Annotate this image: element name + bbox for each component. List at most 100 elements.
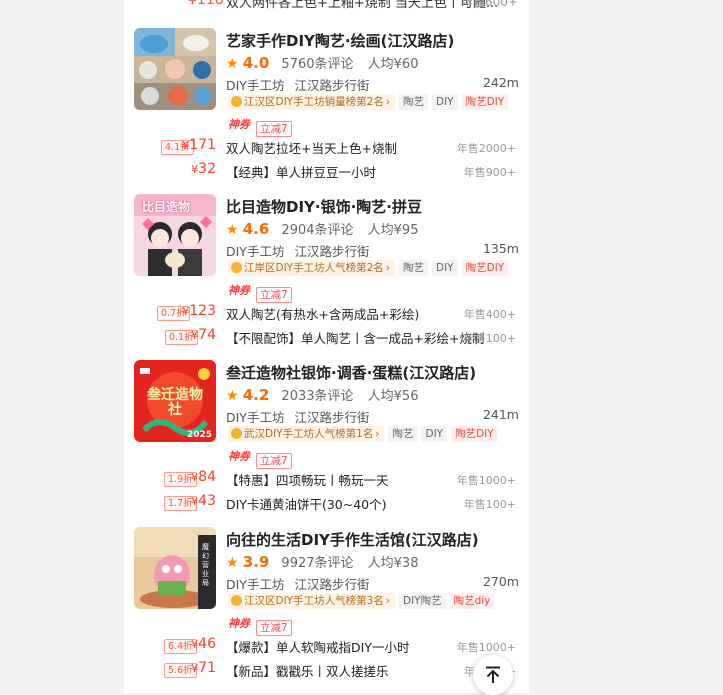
previous-deal-row[interactable]: ¥118 双人两件各上色+上釉+烧制 当天上色丨可随... 年售600+ — [124, 0, 529, 11]
thumbnail-logo-text: 叁迁造物社 — [147, 387, 203, 418]
rating-score: 4.6 — [242, 220, 270, 238]
shop-name[interactable]: 向往的生活DIY手作生活馆(江汉路店) — [226, 529, 479, 550]
shop-area: 江汉路步行街 — [294, 78, 370, 93]
deal-price: ¥46 — [191, 636, 216, 652]
star-icon: ★ — [226, 56, 239, 72]
deal-row[interactable]: 0.1折 ¥74 【不限配饰】单人陶艺丨含一成品+彩绘+烧制 年售100+ — [124, 327, 529, 347]
deal-sold-count: 年售100+ — [463, 332, 516, 345]
deal-row[interactable]: 1.9折 ¥84 【特惠】四项畅玩丨畅玩一天 年售1000+ — [124, 469, 529, 489]
rating-score: 4.2 — [242, 386, 270, 404]
shop-name[interactable]: 比目造物DIY·银饰·陶艺·拼豆 — [226, 196, 422, 217]
star-icon: ★ — [226, 388, 239, 404]
review-count: 2904条评论 — [281, 223, 354, 238]
shop-name[interactable]: 叁迁造物社银饰·调香·蛋糕(江汉路店) — [226, 362, 476, 383]
shop-category-row: DIY手工坊 江汉路步行街 — [226, 407, 369, 426]
arrow-up-to-line-icon — [486, 666, 500, 683]
shop-category: DIY手工坊 — [226, 577, 285, 592]
tag: 陶艺 — [398, 260, 428, 276]
tag: 陶艺DIY — [461, 260, 509, 276]
deal-price: ¥71 — [191, 660, 216, 676]
average-price: 人均¥95 — [367, 223, 419, 238]
shop-area: 江汉路步行街 — [294, 577, 370, 592]
shop-name[interactable]: 艺家手作DIY陶艺·绘画(江汉路店) — [226, 30, 454, 51]
rank-badge[interactable]: 江汉区DIY手工坊销量榜第2名 › — [228, 94, 395, 110]
tag: DIY陶艺 — [398, 593, 446, 609]
deal-sold-count: 年售400+ — [463, 308, 516, 321]
rating-score: 3.9 — [242, 553, 270, 571]
star-icon: ★ — [226, 555, 239, 571]
tag: 陶艺diy — [449, 593, 495, 609]
shop-thumbnail[interactable]: 叁迁造物社 2025 — [134, 360, 216, 442]
shop-tags: 武汉DIY手工坊人气榜第1名 › 陶艺 DIY 陶艺DIY — [228, 426, 502, 444]
star-icon: ★ — [226, 222, 239, 238]
deal-row[interactable]: 1.7折 ¥43 DIY卡通黄油饼干(30~40个) 年售100+ — [124, 493, 529, 513]
promo-row: 神券 立减7 — [228, 117, 292, 137]
chevron-right-icon: › — [385, 262, 390, 274]
promo-row: 神券 立减7 — [228, 449, 292, 469]
shop-rating-row: ★ 4.6 2904条评论 人均¥95 — [226, 219, 418, 238]
shop-category-row: DIY手工坊 江汉路步行街 — [226, 241, 369, 260]
discount-label: 立减7 — [256, 453, 292, 469]
deal-title: 【新品】戳戳乐丨双人搓搓乐 — [226, 664, 389, 679]
tag: DIY — [421, 426, 448, 442]
shop-card[interactable]: 艺家手作DIY陶艺·绘画(江汉路店) ★ 4.0 5760条评论 人均¥60 D… — [124, 28, 529, 194]
deal-price: ¥118 — [188, 0, 224, 8]
rank-badge-label: 江岸区DIY手工坊人气榜第2名 — [244, 262, 384, 274]
rank-badge[interactable]: 江汉区DIY手工坊人气榜第3名 › — [228, 593, 395, 609]
medal-icon — [231, 595, 242, 606]
rank-badge-label: 武汉DIY手工坊人气榜第1名 — [244, 428, 374, 440]
thumbnail-side-text: 魔幻营业局 — [202, 543, 209, 587]
tag: 陶艺 — [388, 426, 418, 442]
rank-badge[interactable]: 江岸区DIY手工坊人气榜第2名 › — [228, 260, 395, 276]
coupon-badge: 神券 — [228, 617, 250, 630]
deal-row[interactable]: 6.4折 ¥46 【爆款】单人软陶戒指DIY一小时 年售1000+ — [124, 636, 529, 656]
shop-tags: 江汉区DIY手工坊人气榜第3名 › DIY陶艺 陶艺diy — [228, 593, 498, 611]
shop-card[interactable]: 魔幻营业局 向往的生活DIY手作生活馆(江汉路店) ★ 3.9 9927条评论 … — [124, 527, 529, 693]
shop-thumbnail[interactable]: 魔幻营业局 — [134, 527, 216, 609]
deal-row[interactable]: 0.7折 ¥123 双人陶艺(有热水+含两成品+彩绘) 年售400+ — [124, 303, 529, 323]
shop-category: DIY手工坊 — [226, 78, 285, 93]
shop-rating-row: ★ 4.0 5760条评论 人均¥60 — [226, 53, 418, 72]
tag: DIY — [431, 260, 458, 276]
thumbnail-logo-text: 比目造物 — [142, 200, 191, 214]
deal-title: DIY卡通黄油饼干(30~40个) — [226, 497, 387, 512]
shop-distance: 270m — [482, 574, 519, 589]
shop-thumbnail[interactable] — [134, 28, 216, 110]
deal-title: 【不限配饰】单人陶艺丨含一成品+彩绘+烧制 — [226, 331, 485, 346]
shop-category: DIY手工坊 — [226, 410, 285, 425]
review-count: 2033条评论 — [281, 389, 354, 404]
deal-price: ¥84 — [191, 469, 216, 485]
deal-row[interactable]: ¥32 【经典】单人拼豆豆一小时 年售900+ — [124, 161, 529, 181]
deal-sold-count: 年售1000+ — [456, 474, 516, 487]
shop-card[interactable]: 叁迁造物社 2025 叁迁造物社银饰·调香·蛋糕(江汉路店) ★ 4.2 203… — [124, 360, 529, 526]
discount-label: 立减7 — [256, 121, 292, 137]
average-price: 人均¥60 — [367, 57, 419, 72]
deal-sold-count: 年售900+ — [463, 166, 516, 179]
back-to-top-button[interactable] — [473, 655, 513, 695]
deal-price: ¥43 — [191, 493, 216, 509]
thumbnail-year-text: 2025 — [186, 430, 212, 440]
medal-icon — [231, 428, 242, 439]
shop-thumbnail[interactable]: 比目造物 — [134, 194, 216, 276]
discount-label: 立减7 — [256, 620, 292, 636]
deal-title: 【特惠】四项畅玩丨畅玩一天 — [226, 473, 389, 488]
rank-badge[interactable]: 武汉DIY手工坊人气榜第1名 › — [228, 426, 385, 442]
review-count: 5760条评论 — [281, 57, 354, 72]
shop-card[interactable]: 比目造物 比目造物DIY·银饰·陶艺·拼豆 ★ 4.6 2904条评论 人均¥9… — [124, 194, 529, 360]
deal-row[interactable]: 4.1折 ¥171 双人陶艺拉坯+当天上色+烧制 年售2000+ — [124, 137, 529, 157]
shop-area: 江汉路步行街 — [294, 244, 370, 259]
deal-title: 双人陶艺(有热水+含两成品+彩绘) — [226, 307, 420, 322]
shop-rating-row: ★ 4.2 2033条评论 人均¥56 — [226, 385, 418, 404]
deal-sold-count: 年售2000+ — [456, 142, 516, 155]
coupon-badge: 神券 — [228, 284, 250, 297]
average-price: 人均¥38 — [367, 556, 419, 571]
tag: 陶艺DIY — [461, 94, 509, 110]
shop-rating-row: ★ 3.9 9927条评论 人均¥38 — [226, 552, 418, 571]
discount-label: 立减7 — [256, 287, 292, 303]
rating-score: 4.0 — [242, 54, 270, 72]
coupon-badge: 神券 — [228, 118, 250, 131]
shop-distance: 242m — [482, 75, 519, 90]
deal-row[interactable]: 5.6折 ¥71 【新品】戳戳乐丨双人搓搓乐 年售100+ — [124, 660, 529, 680]
shop-area: 江汉路步行街 — [294, 410, 370, 425]
review-count: 9927条评论 — [281, 556, 354, 571]
